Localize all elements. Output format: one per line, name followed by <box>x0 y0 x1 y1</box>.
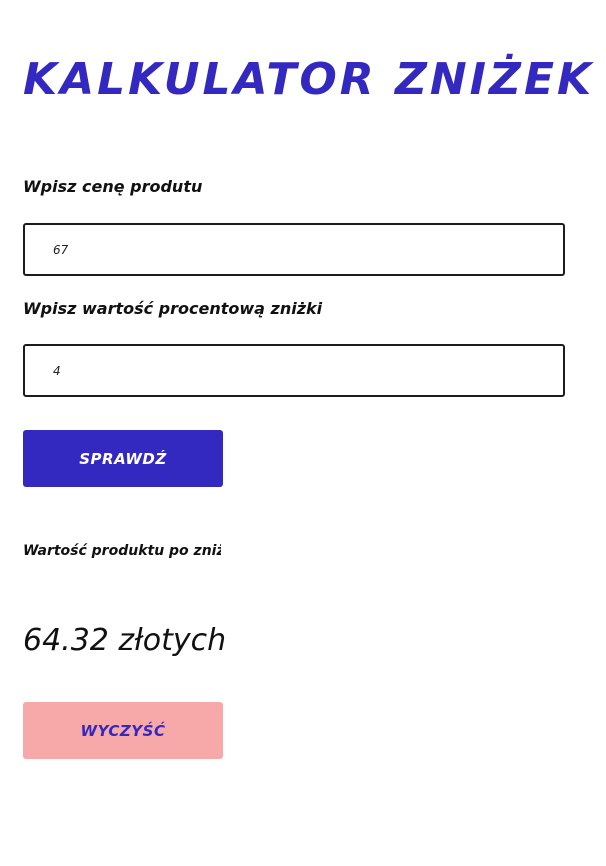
result-value: 64.32 złotych <box>23 623 227 658</box>
price-input[interactable] <box>23 223 565 276</box>
page-title: KALKULATOR ZNIŻEK <box>23 54 595 105</box>
discount-percent-input[interactable] <box>23 344 565 397</box>
price-label: Wpisz cenę produtu <box>23 177 203 196</box>
discount-percent-label: Wpisz wartość procentową zniżki <box>23 299 323 318</box>
clear-button[interactable]: WYCZYŚĆ <box>23 702 223 759</box>
check-button[interactable]: SPRAWDŹ <box>23 430 223 487</box>
result-label: Wartość produktu po zniżce: <box>23 543 221 559</box>
